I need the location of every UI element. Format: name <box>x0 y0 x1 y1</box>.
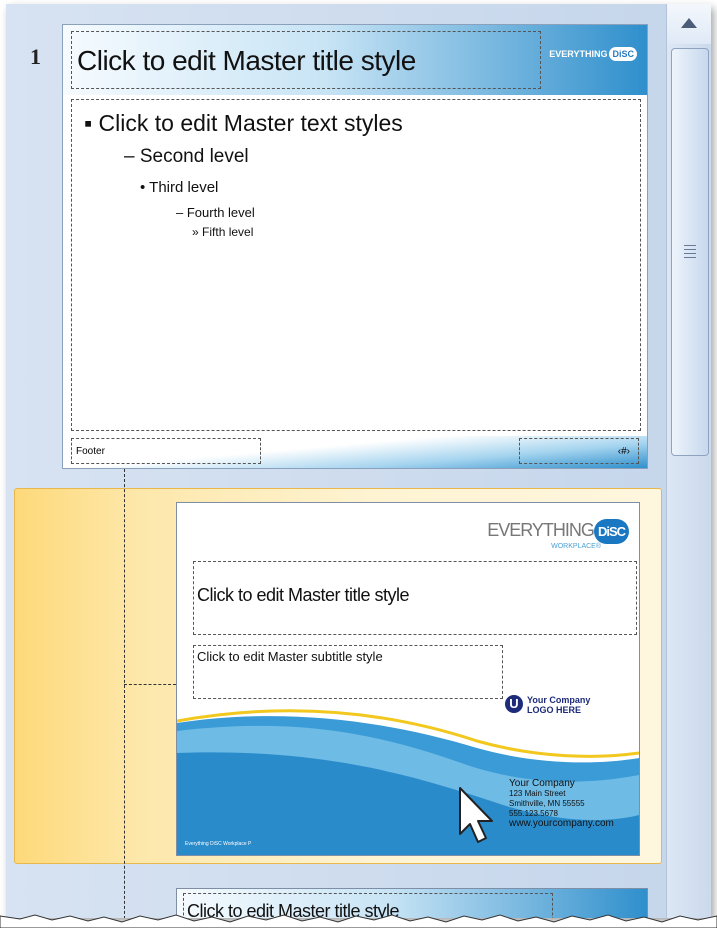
tree-connector-horizontal <box>124 684 176 685</box>
text-level-1: ▪ Click to edit Master text styles <box>84 110 403 136</box>
slide-thumbnail-pane: 1 Click to edit Master title style EVERY… <box>6 4 711 918</box>
master-title-text: Click to edit Master title style <box>77 45 416 76</box>
master-footer-band: Footer ‹#› <box>63 436 647 468</box>
master-title-bar: Click to edit Master title style EVERYTH… <box>63 25 647 95</box>
slide-master-thumbnail[interactable]: Click to edit Master title style EVERYTH… <box>62 24 648 469</box>
layout-subtitle-text: Click to edit Master subtitle style <box>197 649 383 664</box>
scrollbar-thumb[interactable] <box>671 48 709 456</box>
company-address: Your Company 123 Main Street Smithville,… <box>509 778 614 829</box>
grip-icon <box>684 245 696 261</box>
everything-disc-logo: EVERYTHING DiSC <box>487 519 629 544</box>
text-level-3: • Third level <box>140 179 219 196</box>
tree-connector-vertical <box>124 469 125 918</box>
workplace-label: WORKPLACE® <box>551 543 601 550</box>
arrow-up-icon <box>681 18 697 28</box>
text-level-5: » Fifth level <box>192 225 254 239</box>
torn-edge <box>0 914 717 928</box>
footer-placeholder: Footer <box>71 438 261 464</box>
vertical-scrollbar[interactable] <box>666 4 711 918</box>
slide-number: 1 <box>30 44 41 69</box>
text-level-2: – Second level <box>124 146 249 167</box>
scroll-up-button[interactable] <box>667 4 711 44</box>
title-slide-layout-thumbnail[interactable]: EVERYTHING DiSC WORKPLACE® Click to edit … <box>176 502 640 856</box>
master-body-placeholder: ▪ Click to edit Master text styles – Sec… <box>71 99 641 431</box>
text-level-4: – Fourth level <box>176 205 255 220</box>
footer-small-text: Everything DiSC Workplace P <box>185 841 252 847</box>
slide-list[interactable]: 1 Click to edit Master title style EVERY… <box>6 4 666 918</box>
page-number-placeholder: ‹#› <box>519 438 639 464</box>
everything-disc-logo: EVERYTHING DiSC <box>549 47 637 61</box>
layout-title-text: Click to edit Master title style <box>197 585 410 605</box>
mouse-pointer-icon <box>459 787 493 843</box>
